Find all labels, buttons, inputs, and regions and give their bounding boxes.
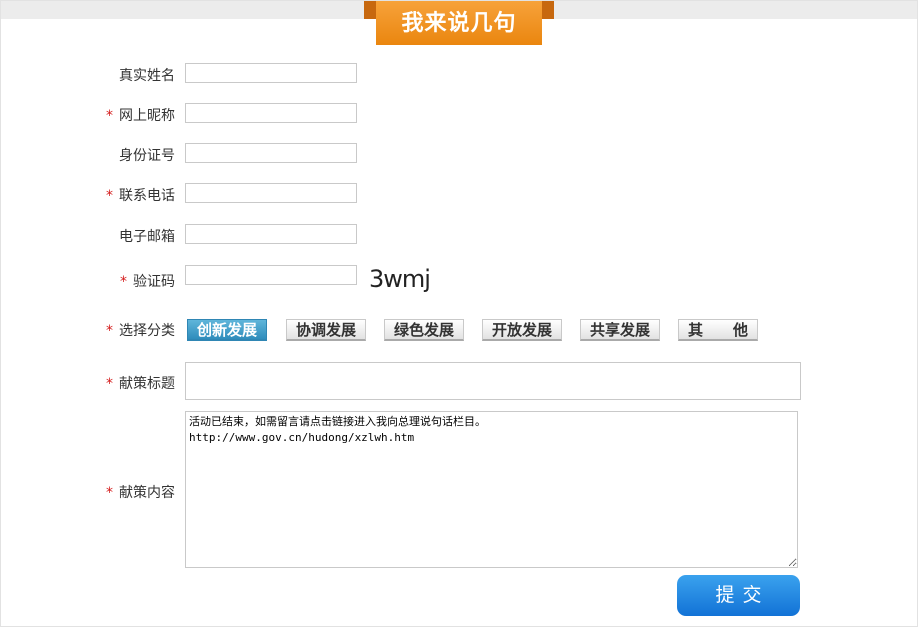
email-input[interactable] xyxy=(185,224,357,244)
id-number-input[interactable] xyxy=(185,143,357,163)
category-option-green[interactable]: 绿色发展 xyxy=(384,319,464,341)
required-mark: * xyxy=(106,323,113,339)
suggestion-content-textarea[interactable]: 活动已结束，如需留言请点击链接进入我向总理说句话栏目。 http://www.g… xyxy=(185,411,798,568)
suggestion-content-label: * 献策内容 xyxy=(106,485,175,501)
page-title: 我来说几句 xyxy=(376,1,542,45)
real-name-label: 真实姓名 xyxy=(119,68,175,84)
category-option-other[interactable]: 其 他 xyxy=(678,319,758,341)
required-mark: * xyxy=(106,485,113,501)
captcha-input[interactable] xyxy=(185,265,357,285)
phone-label: * 联系电话 xyxy=(106,188,175,204)
nickname-input[interactable] xyxy=(185,103,357,123)
category-option-open[interactable]: 开放发展 xyxy=(482,319,562,341)
category-option-innovation[interactable]: 创新发展 xyxy=(187,319,267,341)
title-tab-left-fold xyxy=(364,1,376,19)
email-label: 电子邮箱 xyxy=(119,229,175,245)
captcha-label: * 验证码 xyxy=(120,274,175,290)
real-name-input[interactable] xyxy=(185,63,357,83)
phone-input[interactable] xyxy=(185,183,357,203)
category-option-shared[interactable]: 共享发展 xyxy=(580,319,660,341)
required-mark: * xyxy=(120,274,127,290)
required-mark: * xyxy=(106,376,113,392)
category-option-coordination[interactable]: 协调发展 xyxy=(286,319,366,341)
category-label: * 选择分类 xyxy=(106,323,175,339)
captcha-image[interactable]: 3wmj xyxy=(369,265,431,293)
form-panel: 我来说几句 真实姓名 * 网上昵称 身份证号 * 联系电话 电子邮箱 * 验证码 3w… xyxy=(0,0,918,627)
required-mark: * xyxy=(106,108,113,124)
title-tab-right-fold xyxy=(542,1,554,19)
id-number-label: 身份证号 xyxy=(119,148,175,164)
suggestion-title-label: * 献策标题 xyxy=(106,376,175,392)
suggestion-title-input[interactable] xyxy=(185,362,801,400)
title-tab: 我来说几句 xyxy=(364,1,554,45)
nickname-label: * 网上昵称 xyxy=(106,108,175,124)
submit-button[interactable]: 提交 xyxy=(677,575,800,616)
required-mark: * xyxy=(106,188,113,204)
